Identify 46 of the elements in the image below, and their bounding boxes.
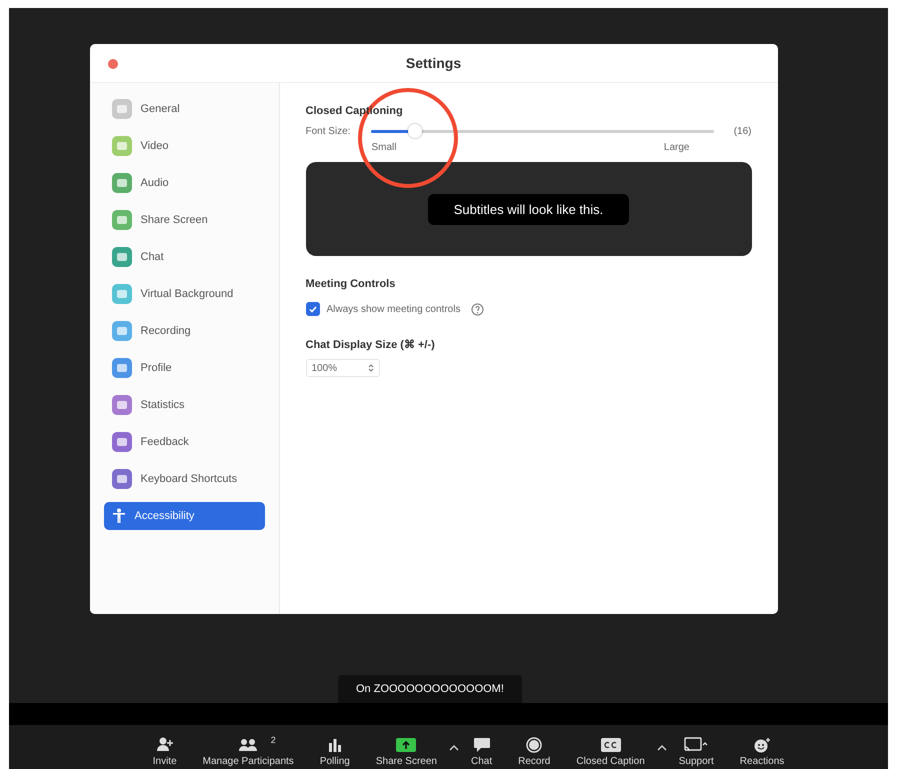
checkbox-label: Always show meeting controls: [326, 304, 460, 314]
sidebar-item[interactable]: Keyboard Shortcuts: [104, 465, 264, 493]
toolbar-button[interactable]: Support: [678, 737, 714, 767]
sidebar-item[interactable]: Audio: [104, 169, 264, 197]
size-select[interactable]: 100%: [306, 359, 380, 377]
sidebar-item[interactable]: General: [104, 95, 264, 123]
toolbar-button[interactable]: Polling: [320, 737, 350, 767]
subtitle-text: Subtitles will look like this.: [428, 194, 630, 224]
cc-icon: [600, 737, 622, 753]
sidebar-item[interactable]: Chat: [104, 243, 264, 271]
sidebar-item[interactable]: Accessibility: [104, 502, 264, 530]
checkbox[interactable]: [306, 302, 320, 316]
sidebar-item[interactable]: Video: [104, 132, 264, 160]
section-heading: Chat Display Size (⌘ +/-): [306, 338, 435, 351]
smiley-icon: [753, 737, 772, 753]
sidebar-item[interactable]: Share Screen: [104, 206, 264, 234]
sidebar-item[interactable]: Statistics: [104, 391, 264, 419]
notification-banner: On ZOOOOOOOOOOOOOM!: [338, 675, 522, 703]
font-size-label: Font Size:: [306, 126, 351, 136]
help-icon[interactable]: [471, 302, 484, 316]
sidebar-item[interactable]: Recording: [104, 317, 264, 345]
section-heading: Meeting Controls: [306, 278, 396, 290]
people-icon: [239, 737, 258, 753]
toolbar-button[interactable]: 2 Manage Participants: [202, 737, 294, 767]
toolbar-button[interactable]: Invite: [152, 737, 177, 767]
person-add-icon: [156, 737, 174, 753]
slider-thumb[interactable]: [408, 124, 422, 138]
screen-cast-icon: [683, 737, 710, 753]
font-size-reading: (16): [734, 126, 752, 136]
record-icon: [525, 737, 544, 753]
checkmark-icon: [308, 306, 316, 312]
sidebar-item[interactable]: Virtual Background: [104, 280, 264, 308]
stepper-icon: [368, 363, 374, 373]
toolbar-button[interactable]: Reactions: [740, 737, 784, 767]
toolbar-button[interactable]: Record: [518, 737, 550, 767]
toolbar-button[interactable]: Closed Caption: [576, 737, 645, 767]
max-label: Large: [664, 142, 690, 153]
min-label: Small: [372, 142, 397, 153]
share-screen-icon: [395, 737, 418, 753]
window-title: Settings: [406, 55, 462, 71]
close-icon[interactable]: [108, 59, 118, 69]
toolbar-button[interactable]: Chat: [471, 737, 492, 767]
sidebar-item[interactable]: Profile: [104, 354, 264, 382]
speech-bubble-icon: [472, 737, 491, 753]
sidebar-item[interactable]: Feedback: [104, 428, 264, 456]
toolbar-button[interactable]: Share Screen: [376, 737, 437, 767]
